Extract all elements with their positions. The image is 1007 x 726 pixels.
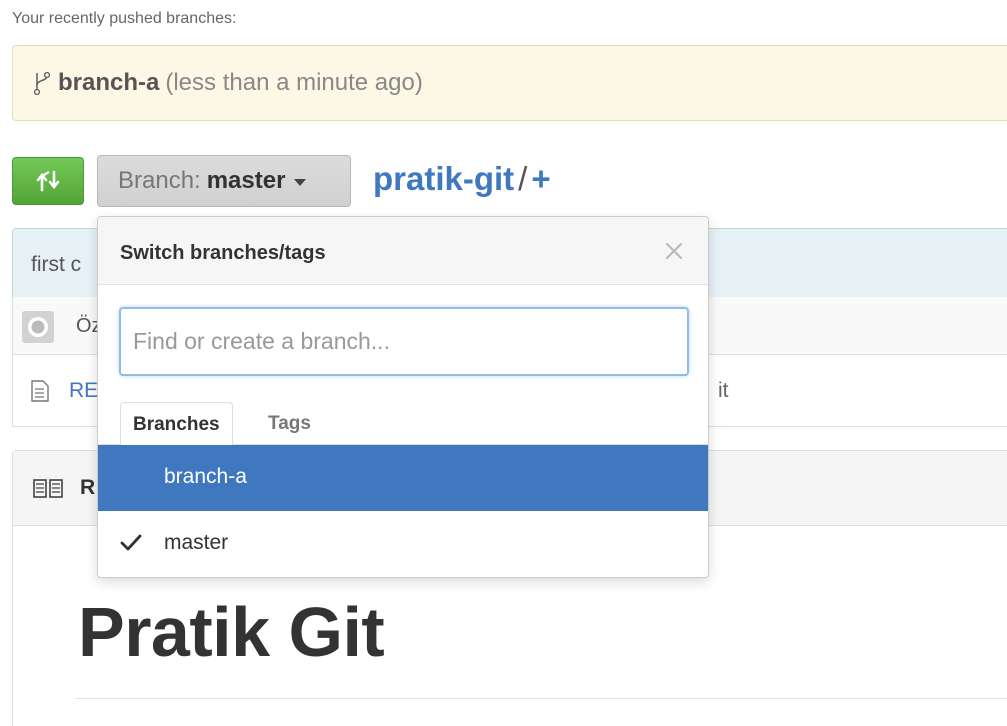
branch-item-master[interactable]: master	[98, 511, 708, 577]
tab-tags[interactable]: Tags	[256, 402, 323, 445]
branch-item-branch-a[interactable]: branch-a	[98, 445, 708, 511]
branch-switcher-dropdown: Switch branches/tags Branches Tags branc…	[97, 216, 709, 578]
avatar[interactable]	[22, 311, 54, 343]
compare-button[interactable]	[12, 157, 84, 205]
branch-item-label: branch-a	[164, 465, 247, 488]
octocat-icon	[28, 317, 48, 337]
repo-name-link[interactable]: pratik-git	[373, 160, 514, 197]
recent-branch-notice: branch-a (less than a minute ago)	[12, 45, 1007, 121]
book-icon	[33, 479, 63, 498]
file-link[interactable]: RE	[69, 379, 98, 403]
current-branch: master	[206, 167, 286, 194]
file-commit-message[interactable]: it	[718, 379, 729, 403]
check-icon	[120, 534, 142, 551]
heading-divider	[75, 698, 1007, 699]
readme-heading: Pratik Git	[78, 593, 385, 671]
close-icon[interactable]	[662, 239, 686, 263]
recent-branches-label: Your recently pushed branches:	[12, 10, 237, 27]
readme-title: R	[80, 476, 96, 499]
recent-branch-time: (less than a minute ago)	[165, 69, 423, 96]
dropdown-header: Switch branches/tags	[98, 217, 708, 285]
branch-search-input[interactable]	[119, 307, 689, 376]
tab-branches[interactable]: Branches	[120, 402, 233, 446]
branch-prefix: Branch:	[118, 167, 201, 194]
dropdown-title: Switch branches/tags	[120, 242, 326, 264]
file-text-icon	[31, 380, 49, 402]
recent-branch-link[interactable]: branch-a	[58, 69, 159, 97]
path-separator: /	[518, 160, 528, 197]
dropdown-tabs: Branches Tags	[98, 402, 708, 446]
git-branch-icon	[33, 71, 51, 95]
compare-arrows-icon	[36, 170, 60, 192]
caret-down-icon	[294, 179, 307, 186]
breadcrumb: pratik-git / +	[373, 160, 551, 198]
add-file-button[interactable]: +	[531, 160, 550, 197]
branch-item-label: master	[164, 531, 229, 554]
commit-message[interactable]: first c	[31, 253, 81, 276]
branch-selector-button[interactable]: Branch: master	[97, 155, 351, 207]
